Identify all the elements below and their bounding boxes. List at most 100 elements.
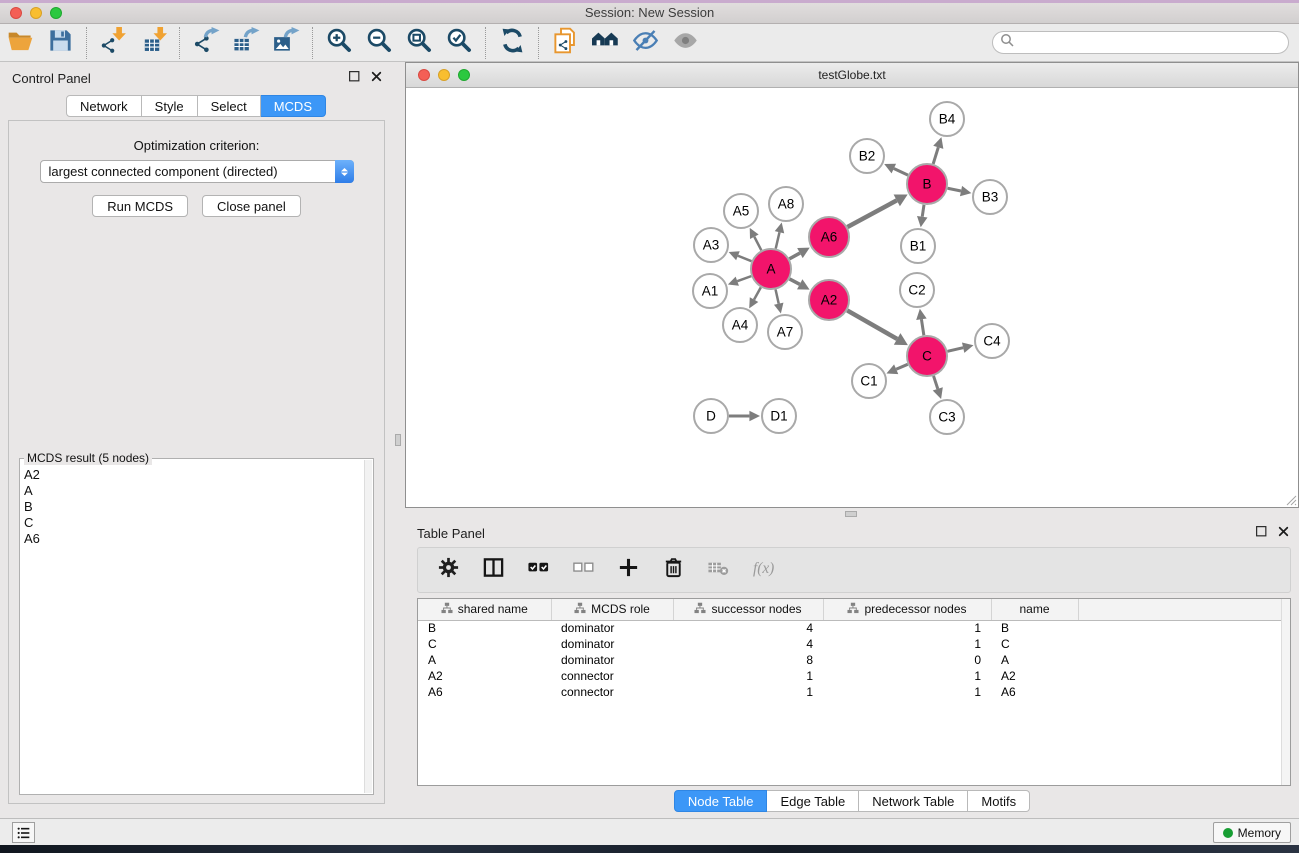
graph-edge-B-B1[interactable] <box>917 205 927 227</box>
deselect-all-button[interactable] <box>568 555 598 585</box>
table-cell[interactable]: B <box>418 620 551 636</box>
export-network-button[interactable] <box>186 26 226 60</box>
graph-edge-C-C1[interactable] <box>886 364 907 374</box>
graph-node-C4[interactable]: C4 <box>975 324 1009 358</box>
graph-edge-A-A7[interactable] <box>774 289 783 313</box>
zoom-selected-button[interactable] <box>439 26 479 60</box>
graph-node-C2[interactable]: C2 <box>900 273 934 307</box>
select-all-button[interactable] <box>523 555 553 585</box>
delete-column-button[interactable] <box>658 555 688 585</box>
mcds-result-item[interactable]: C <box>24 515 363 531</box>
graph-edge-B-B3[interactable] <box>948 186 972 196</box>
table-cell[interactable]: 1 <box>823 620 991 636</box>
table-cell[interactable]: dominator <box>551 652 673 668</box>
graph-edge-A2-C[interactable] <box>847 310 908 345</box>
tab-network-table[interactable]: Network Table <box>859 790 968 812</box>
graph-node-A2[interactable]: A2 <box>809 280 849 320</box>
mcds-result-list[interactable]: A2ABCA6 <box>24 467 363 792</box>
float-panel-icon[interactable] <box>1255 525 1269 539</box>
table-cell[interactable]: 0 <box>823 652 991 668</box>
graph-node-A[interactable]: A <box>751 249 791 289</box>
graph-node-C[interactable]: C <box>907 336 947 376</box>
graph-edge-D-D1[interactable] <box>729 411 760 422</box>
column-header[interactable]: predecessor nodes <box>823 599 991 620</box>
table-cell[interactable]: connector <box>551 668 673 684</box>
clone-network-button[interactable] <box>545 26 585 60</box>
close-panel-icon[interactable] <box>370 70 384 84</box>
export-image-button[interactable] <box>266 26 306 60</box>
zoom-fit-button[interactable] <box>399 26 439 60</box>
graph-node-A3[interactable]: A3 <box>694 228 728 262</box>
close-panel-button[interactable]: Close panel <box>202 195 301 217</box>
table-scrollbar[interactable] <box>1281 599 1290 785</box>
table-cell[interactable]: connector <box>551 684 673 700</box>
graph-node-A7[interactable]: A7 <box>768 315 802 349</box>
table-cell[interactable]: B <box>991 620 1078 636</box>
run-mcds-button[interactable]: Run MCDS <box>92 195 188 217</box>
mcds-result-item[interactable]: A2 <box>24 467 363 483</box>
table-settings-button[interactable] <box>433 555 463 585</box>
tab-style[interactable]: Style <box>142 95 198 117</box>
search-input[interactable] <box>1018 34 1288 52</box>
table-cell[interactable]: 8 <box>673 652 823 668</box>
memory-button[interactable]: Memory <box>1213 822 1291 843</box>
column-layout-button[interactable] <box>478 555 508 585</box>
export-table-button[interactable] <box>226 26 266 60</box>
table-cell[interactable]: C <box>418 636 551 652</box>
graph-edge-A-A8[interactable] <box>775 223 784 249</box>
graph-edge-A-A2[interactable] <box>790 279 810 290</box>
splitter-grip[interactable] <box>845 511 857 517</box>
table-cell[interactable]: dominator <box>551 636 673 652</box>
graph-node-A6[interactable]: A6 <box>809 217 849 257</box>
graph-node-B1[interactable]: B1 <box>901 229 935 263</box>
graph-edge-C-C3[interactable] <box>933 376 943 399</box>
column-header[interactable]: MCDS role <box>551 599 673 620</box>
table-row[interactable]: A6connector11A6 <box>418 684 1290 700</box>
zoom-out-button[interactable] <box>359 26 399 60</box>
close-panel-icon[interactable] <box>1277 525 1291 539</box>
graph-edge-A-A5[interactable] <box>750 228 762 250</box>
column-header[interactable]: name <box>991 599 1078 620</box>
hide-glyphs-button[interactable] <box>625 26 665 60</box>
tab-edge-table[interactable]: Edge Table <box>767 790 859 812</box>
tab-select[interactable]: Select <box>198 95 261 117</box>
tab-mcds[interactable]: MCDS <box>261 95 326 117</box>
graph-node-B4[interactable]: B4 <box>930 102 964 136</box>
table-cell[interactable]: 4 <box>673 620 823 636</box>
table-row[interactable]: Cdominator41C <box>418 636 1290 652</box>
table-cell[interactable]: A2 <box>418 668 551 684</box>
float-panel-icon[interactable] <box>348 70 362 84</box>
mcds-result-item[interactable]: B <box>24 499 363 515</box>
graph-node-A1[interactable]: A1 <box>693 274 727 308</box>
graph-edge-C-C2[interactable] <box>916 309 926 335</box>
table-cell[interactable]: A2 <box>991 668 1078 684</box>
table-cell[interactable]: 1 <box>673 668 823 684</box>
graph-edge-A-A1[interactable] <box>728 276 751 286</box>
homes-button[interactable] <box>585 26 625 60</box>
table-cell[interactable]: A6 <box>418 684 551 700</box>
save-session-button[interactable] <box>40 26 80 60</box>
table-cell[interactable]: A6 <box>991 684 1078 700</box>
graph-node-C1[interactable]: C1 <box>852 364 886 398</box>
import-network-button[interactable] <box>93 26 133 60</box>
graph-node-B3[interactable]: B3 <box>973 180 1007 214</box>
criterion-dropdown[interactable]: largest connected component (directed) <box>40 160 354 183</box>
search-box[interactable] <box>992 31 1289 54</box>
table-cell[interactable]: 1 <box>823 668 991 684</box>
horizontal-splitter[interactable] <box>405 508 1299 520</box>
task-history-button[interactable] <box>12 822 35 843</box>
mcds-result-item[interactable]: A <box>24 483 363 499</box>
graph-node-A8[interactable]: A8 <box>769 187 803 221</box>
table-cell[interactable]: 1 <box>673 684 823 700</box>
table-cell[interactable]: A <box>991 652 1078 668</box>
graph-edge-B-B4[interactable] <box>933 137 943 164</box>
graph-edge-B-B2[interactable] <box>884 164 908 175</box>
table-row[interactable]: Bdominator41B <box>418 620 1290 636</box>
table-cell[interactable]: 1 <box>823 636 991 652</box>
graph-edge-C-C4[interactable] <box>947 342 973 352</box>
import-table-button[interactable] <box>133 26 173 60</box>
graph-node-D[interactable]: D <box>694 399 728 433</box>
graph-node-A4[interactable]: A4 <box>723 308 757 342</box>
add-column-button[interactable] <box>613 555 643 585</box>
open-session-button[interactable] <box>0 26 40 60</box>
